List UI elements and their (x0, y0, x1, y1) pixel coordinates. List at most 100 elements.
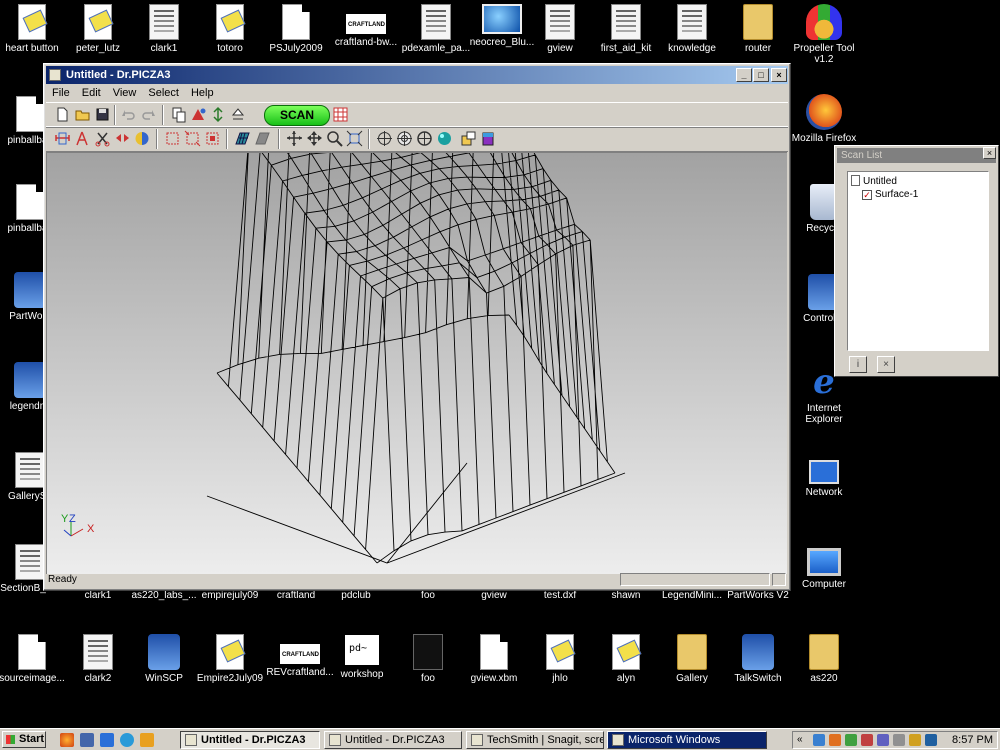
desktop-icon[interactable]: as220 (786, 634, 862, 684)
menu-view[interactable]: View (107, 84, 143, 102)
scan-button[interactable]: SCAN (264, 105, 330, 126)
desktop-icon[interactable]: workshop (324, 634, 400, 680)
zoom-fit-icon[interactable] (346, 130, 363, 147)
show-desktop-icon[interactable] (80, 733, 94, 747)
view-target-icon[interactable] (396, 130, 413, 147)
save-icon[interactable] (94, 106, 111, 123)
desktop-icon[interactable]: totoro (192, 4, 268, 54)
desktop-icon[interactable]: PSJuly2009 (258, 4, 334, 54)
delete-icon[interactable]: × (877, 356, 895, 373)
menu-help[interactable]: Help (185, 84, 220, 102)
task-snagit[interactable]: TechSmith | Snagit, scree... (466, 731, 604, 749)
desktop-icon-label: clark1 (150, 43, 178, 54)
new-file-icon[interactable] (54, 106, 71, 123)
desktop-icon[interactable]: TalkSwitch (720, 634, 796, 684)
media-quicklaunch-icon[interactable] (140, 733, 154, 747)
cut-icon[interactable] (74, 130, 91, 147)
properties-icon[interactable] (460, 130, 477, 147)
network-tray-icon[interactable] (925, 734, 937, 746)
desktop-icon[interactable]: WinSCP (126, 634, 202, 684)
half-sphere-icon[interactable] (134, 130, 151, 147)
shaded-view-icon[interactable] (254, 130, 271, 147)
desktop-icon[interactable]: jhlo (522, 634, 598, 684)
desktop-icon[interactable]: clark2 (60, 634, 136, 684)
document-thumbnail-icon (15, 544, 45, 580)
surface-checkbox[interactable]: ✓ (862, 190, 872, 200)
desktop-icon[interactable]: router (720, 4, 796, 54)
tray-icon[interactable] (909, 734, 921, 746)
tray-icon[interactable] (861, 734, 873, 746)
menu-file[interactable]: File (46, 84, 76, 102)
desktop-icon[interactable]: pdexamle_pa... (398, 4, 474, 54)
eject-up-icon[interactable] (230, 106, 247, 123)
view-orbit-icon[interactable] (416, 130, 433, 147)
tray-icon[interactable] (845, 734, 857, 746)
flip-horizontal-icon[interactable] (114, 130, 131, 147)
tray-icon[interactable] (829, 734, 841, 746)
3d-viewport[interactable]: Y Z X (46, 152, 787, 574)
desktop-icon[interactable]: gview.xbm (456, 634, 532, 684)
tray-expand-icon[interactable]: « (797, 734, 809, 746)
view-front-icon[interactable] (376, 130, 393, 147)
close-button[interactable]: × (771, 68, 787, 82)
wireframe-view-icon[interactable] (234, 130, 251, 147)
tray-icon[interactable] (877, 734, 889, 746)
sphere-render-icon[interactable] (436, 130, 453, 147)
undo-icon[interactable] (120, 106, 137, 123)
select-expand-icon[interactable] (184, 130, 201, 147)
document-thumbnail-icon (83, 634, 113, 670)
maximize-button[interactable]: □ (753, 68, 769, 82)
desktop-icon[interactable]: clark1 (126, 4, 202, 54)
firefox-quicklaunch-icon[interactable] (60, 733, 74, 747)
desktop-icon[interactable]: knowledge (654, 4, 730, 54)
menu-edit[interactable]: Edit (76, 84, 107, 102)
desktop-icon[interactable]: Computer (786, 544, 862, 590)
scissors-icon[interactable] (94, 130, 111, 147)
desktop-icon-label: Internet (807, 403, 841, 414)
status-progress-pane (620, 573, 770, 586)
pan-icon[interactable] (306, 130, 323, 147)
task-microsoft-windows[interactable]: Microsoft Windows (607, 731, 767, 749)
task-drpicza-active[interactable]: Untitled - Dr.PICZA3 (180, 731, 320, 749)
desktop-icon[interactable]: Gallery (654, 634, 730, 684)
info-icon[interactable]: i (849, 356, 867, 373)
desktop-icon[interactable]: Propeller Tool v1.2 (786, 4, 862, 65)
copy-icon[interactable] (170, 106, 187, 123)
color-cube-icon[interactable] (480, 130, 497, 147)
color-points-icon[interactable] (190, 106, 207, 123)
tree-root-item[interactable]: Untitled (851, 175, 897, 188)
open-folder-icon[interactable] (74, 106, 91, 123)
start-button[interactable]: Start (2, 731, 46, 748)
redo-icon[interactable] (140, 106, 157, 123)
desktop-icon[interactable]: gview (522, 4, 598, 54)
minimize-button[interactable]: _ (736, 68, 752, 82)
blank-document-icon (282, 4, 310, 40)
desktop-icon[interactable]: foo (390, 634, 466, 684)
tray-icon[interactable] (813, 734, 825, 746)
desktop-icon[interactable]: first_aid_kit (588, 4, 664, 54)
select-box-icon[interactable] (164, 130, 181, 147)
fit-width-icon[interactable] (54, 130, 71, 147)
desktop-icon[interactable]: alyn (588, 634, 664, 684)
zoom-icon[interactable] (326, 130, 343, 147)
desktop-icon[interactable]: Network (786, 454, 862, 498)
task-drpicza[interactable]: Untitled - Dr.PICZA3 (324, 731, 462, 749)
tree-surface-item[interactable]: ✓ Surface-1 (862, 189, 918, 201)
rotate-cursor-icon[interactable] (286, 130, 303, 147)
browser-quicklaunch-icon[interactable] (120, 733, 134, 747)
desktop-icon[interactable]: Mozilla Firefox (786, 94, 862, 144)
volume-icon[interactable] (893, 734, 905, 746)
grid-select-icon[interactable] (332, 106, 349, 123)
menu-select[interactable]: Select (142, 84, 185, 102)
axis-y-label: Y (61, 513, 69, 525)
resize-grip[interactable] (772, 573, 786, 586)
scan-list-close-button[interactable]: × (983, 147, 996, 159)
toolbar-standard: SCAN (46, 102, 788, 128)
desktop-icon[interactable]: peter_lutz (60, 4, 136, 54)
select-reduce-icon[interactable] (204, 130, 221, 147)
desktop-icon[interactable]: Empire2July09 (192, 634, 268, 684)
surface-arrows-icon[interactable] (210, 106, 227, 123)
window-titlebar[interactable]: Untitled - Dr.PICZA3 _ □ × (46, 66, 788, 84)
desktop-icon[interactable]: craftland-bw... (328, 4, 404, 48)
ie-quicklaunch-icon[interactable] (100, 733, 114, 747)
